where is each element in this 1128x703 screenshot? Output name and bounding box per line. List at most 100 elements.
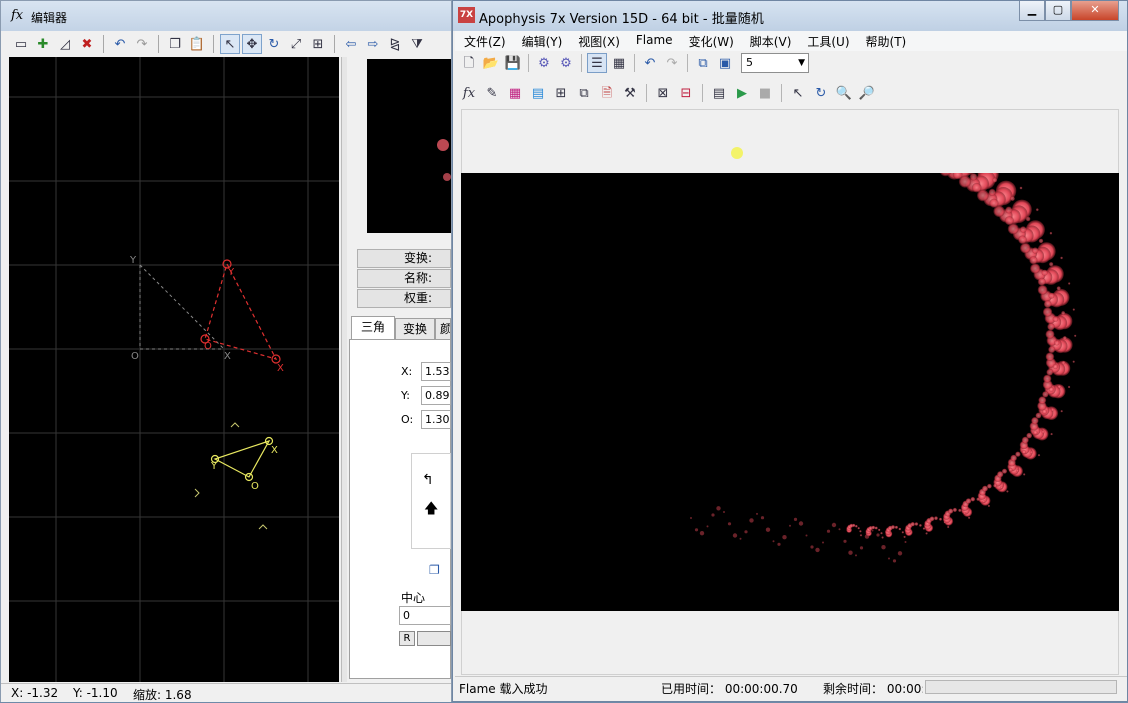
fractal-mark	[723, 511, 725, 513]
fractal-mark	[1026, 432, 1033, 439]
script-editor-icon[interactable]: ▤	[709, 83, 729, 103]
fractal-mark	[925, 532, 928, 535]
fractal-mark	[1060, 256, 1063, 260]
fractal-mark	[1074, 334, 1077, 337]
fractal-mark	[852, 523, 856, 527]
redo-icon[interactable]: ↷	[662, 53, 682, 73]
guides-icon[interactable]: ⊟	[676, 83, 696, 103]
fractal-render[interactable]	[461, 173, 1119, 611]
delete-triangle-icon[interactable]: ✖	[77, 34, 97, 54]
new-triangle-icon[interactable]: ▭	[11, 34, 31, 54]
flip-vertical-icon[interactable]: ⧩	[407, 34, 427, 54]
transparency-icon[interactable]: ⊠	[653, 83, 673, 103]
fractal-mark	[815, 547, 820, 553]
menu-file[interactable]: 文件(Z)	[455, 31, 513, 51]
icon-view-icon[interactable]: ▦	[609, 53, 629, 73]
select-mode-icon[interactable]: ↖	[220, 34, 240, 54]
menu-variation[interactable]: 变化(W)	[680, 31, 741, 51]
render-all-gear-icon[interactable]: ⚙	[556, 53, 576, 73]
select-pointer-icon[interactable]: ↖	[788, 83, 808, 103]
quality-combo[interactable]: 5 ▼	[741, 53, 809, 73]
fractal-mark	[982, 500, 985, 503]
close-button[interactable]: ✕	[1071, 1, 1119, 21]
new-file-icon[interactable]: 🗋	[459, 53, 479, 73]
fractal-mark	[1041, 269, 1048, 276]
menu-help[interactable]: 帮助(T)	[857, 31, 914, 51]
save-file-icon[interactable]: 💾	[503, 53, 523, 73]
gradient-icon[interactable]: ▤	[528, 83, 548, 103]
paste-icon[interactable]: 📋	[187, 34, 207, 54]
fractal-mark	[1052, 316, 1059, 322]
redo-icon[interactable]: ↷	[132, 34, 152, 54]
coord-o-input[interactable]: 1.300	[421, 410, 451, 429]
fractal-mark	[1006, 490, 1009, 493]
fractal-mark	[1072, 360, 1075, 363]
ref-x-label: X	[224, 351, 231, 362]
coord-y-input[interactable]: 0.892	[421, 386, 451, 405]
move-mode-icon[interactable]: ✥	[242, 34, 262, 54]
open-file-icon[interactable]: 📂	[481, 53, 501, 73]
zoom-out-icon[interactable]: 🔎	[857, 83, 877, 103]
render-gear-icon[interactable]: ⚙	[534, 53, 554, 73]
center-slider[interactable]	[417, 631, 451, 646]
scale-mode-icon[interactable]: ⤢	[286, 34, 306, 54]
chevron-down-icon[interactable]: ▼	[798, 54, 805, 72]
fractal-spiral	[690, 173, 1077, 563]
copy-coords-icon[interactable]: ❐	[429, 563, 440, 577]
adjust-icon[interactable]: ✎	[482, 83, 502, 103]
add-triangle-icon[interactable]: ✚	[33, 34, 53, 54]
rotate-view-icon[interactable]: ↻	[811, 83, 831, 103]
minimize-button[interactable]: ▁	[1019, 1, 1045, 21]
coord-x-input[interactable]: 1.538	[421, 362, 451, 381]
flip-horizontal-icon[interactable]: ⧎	[385, 34, 405, 54]
run-script-icon[interactable]: ▶	[732, 83, 752, 103]
menu-flame[interactable]: Flame	[627, 31, 680, 51]
red-triangle[interactable]	[204, 262, 278, 360]
rotate-mode-icon[interactable]: ↻	[264, 34, 284, 54]
fractal-mark	[765, 527, 771, 532]
undo-icon[interactable]: ↶	[110, 34, 130, 54]
menu-script[interactable]: 脚本(V)	[741, 31, 799, 51]
fractal-mark	[1041, 430, 1045, 434]
triangle-canvas-svg[interactable]: Y O X Y X O X Y O	[9, 57, 339, 682]
center-input[interactable]: 0	[399, 606, 451, 625]
mutate-icon[interactable]: ⊞	[551, 83, 571, 103]
fractal-mark	[958, 508, 962, 512]
fractal-mark	[910, 522, 915, 527]
fractal-mark	[897, 551, 903, 556]
reset-triangle-icon[interactable]: ⊞	[308, 34, 328, 54]
list-view-icon[interactable]: ☰	[587, 53, 607, 73]
menu-edit[interactable]: 编辑(Y)	[513, 31, 570, 51]
fullscreen-icon[interactable]: ⧉	[693, 53, 713, 73]
tab-color[interactable]: 颜	[435, 318, 451, 340]
fractal-mark	[699, 531, 705, 536]
move-up-icon[interactable]: 🡅	[424, 498, 438, 522]
zoom-in-icon[interactable]: 🔍	[834, 83, 854, 103]
fractal-mark	[739, 537, 742, 540]
status-elapsed: 已用时间： 00:00:00.70	[661, 682, 798, 696]
flip-right-icon[interactable]: ⇨	[363, 34, 383, 54]
flip-left-icon[interactable]: ⇦	[341, 34, 361, 54]
fractal-mark	[922, 527, 926, 530]
menu-tools[interactable]: 工具(U)	[798, 31, 856, 51]
menu-view[interactable]: 视图(X)	[569, 31, 627, 51]
tab-triangle[interactable]: 三角	[351, 316, 395, 340]
palette-icon[interactable]: ▦	[505, 83, 525, 103]
maximize-button[interactable]: ▢	[1045, 1, 1071, 21]
undo-icon[interactable]: ↶	[640, 53, 660, 73]
browser-icon[interactable]: ⧉	[574, 83, 594, 103]
rotate-left-icon[interactable]: ↰	[422, 472, 434, 488]
fractal-mark	[1048, 292, 1055, 299]
options-icon[interactable]: ⚒	[620, 83, 640, 103]
triangle-canvas[interactable]: Y O X Y X O X Y O	[9, 57, 339, 682]
duplicate-triangle-icon[interactable]: ◿	[55, 34, 75, 54]
copy-icon[interactable]: ❐	[165, 34, 185, 54]
stop-script-icon[interactable]: ■	[755, 83, 775, 103]
editor-fx-icon[interactable]: fx	[459, 83, 479, 103]
tab-transform[interactable]: 变换	[395, 318, 435, 340]
yellow-triangle[interactable]	[213, 439, 271, 478]
window-icon[interactable]: ▣	[715, 53, 735, 73]
name-prop-label: 名称:	[357, 269, 451, 288]
export-icon[interactable]: 🗎	[597, 83, 617, 103]
reset-center-button[interactable]: R	[399, 631, 415, 646]
